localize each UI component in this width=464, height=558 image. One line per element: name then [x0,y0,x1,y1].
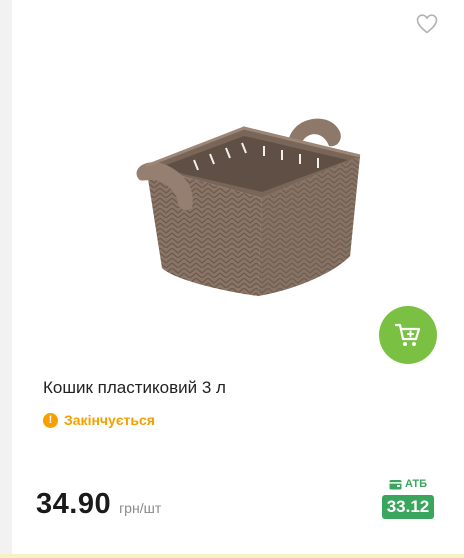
add-to-cart-button[interactable] [379,306,437,364]
warning-icon: ! [43,412,58,428]
basket-image [136,118,361,296]
price-unit: грн/шт [119,500,162,516]
stock-status-label: Закінчується [64,412,155,428]
product-title[interactable]: Кошик пластиковий 3 л [43,378,403,398]
stock-status: ! Закінчується [43,412,155,428]
loyalty-card-label-row: АТБ [389,477,427,491]
product-card[interactable]: Кошик пластиковий 3 л ! Закінчується 34.… [12,0,464,554]
wallet-icon [389,479,402,489]
bottom-divider [0,554,464,558]
loyalty-card-label: АТБ [404,478,428,490]
loyalty-card-price: АТБ 33.12 [380,477,436,519]
price-block: 34.90 грн/шт [36,488,161,521]
cart-plus-icon [394,323,421,346]
price-value: 34.90 [36,488,112,520]
favorite-button[interactable] [415,12,439,36]
loyalty-card-price-value: 33.12 [381,495,435,519]
product-image[interactable] [124,108,372,304]
heart-outline-icon [416,14,438,34]
